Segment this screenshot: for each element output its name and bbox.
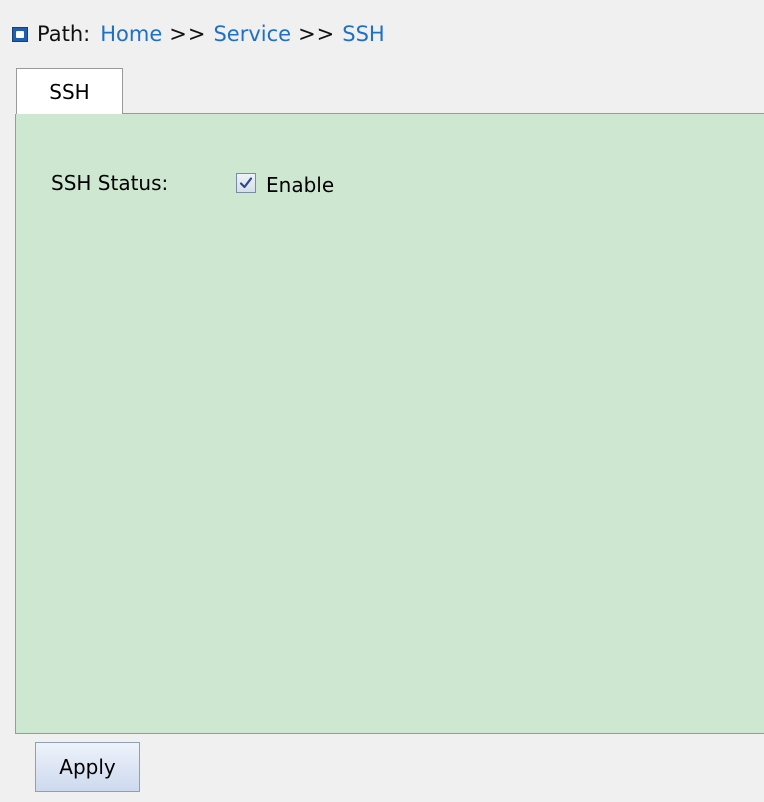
apply-button[interactable]: Apply (35, 742, 140, 792)
ssh-settings-panel: SSH Status: Enable (15, 114, 764, 734)
breadcrumb-separator: >> (169, 22, 207, 46)
breadcrumb-separator: >> (298, 22, 336, 46)
path-label: Path: (37, 22, 91, 46)
ssh-status-label: SSH Status: (51, 171, 169, 195)
breadcrumb-service-link[interactable]: Service (213, 22, 291, 46)
ssh-enable-checkbox[interactable] (236, 173, 256, 193)
tab-ssh[interactable]: SSH (16, 68, 123, 114)
breadcrumb-home-link[interactable]: Home (100, 22, 162, 46)
checkmark-icon (239, 177, 253, 189)
tab-ssh-label: SSH (49, 79, 90, 104)
breadcrumb: Path: Home >> Service >> SSH (12, 17, 385, 51)
enable-label: Enable (266, 173, 335, 197)
breadcrumb-ssh-link[interactable]: SSH (342, 22, 384, 46)
page-icon (12, 26, 28, 42)
